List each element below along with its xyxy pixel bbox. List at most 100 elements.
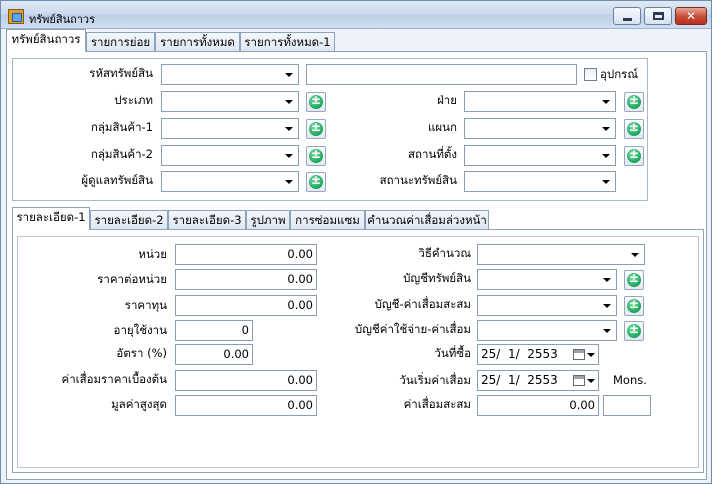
division-combo[interactable]	[464, 91, 616, 112]
unit-input[interactable]: 0.00	[175, 244, 317, 265]
chevron-down-icon	[285, 154, 293, 158]
equipment-label: อุปกรณ์	[600, 67, 639, 81]
unit-label: หน่วย	[138, 247, 167, 261]
department-label: แผนก	[428, 120, 457, 134]
add-dep-expense-account-button[interactable]	[624, 321, 644, 341]
add-accum-dep-account-button[interactable]	[624, 296, 644, 316]
add-icon	[309, 120, 323, 136]
accum-dep-input[interactable]: 0.00	[477, 395, 599, 416]
owner-label: ผู้ดูแลทรัพย์สิน	[81, 173, 153, 187]
add-icon	[627, 147, 641, 163]
dep-start-date-label: วันเริ่มค่าเสื่อม	[399, 373, 471, 387]
asset-window: ทรัพย์สินถาวร ✕ ทรัพย์สินถาวร รายการย่อย…	[0, 0, 712, 484]
add-icon	[309, 173, 323, 189]
calendar-icon	[573, 349, 585, 360]
chevron-down-icon	[602, 127, 610, 131]
group2-label: กลุ่มสินค้า-2	[90, 147, 153, 161]
maximize-icon	[653, 12, 664, 20]
group1-combo[interactable]	[161, 118, 299, 139]
accum-dep-label: ค่าเสื่อมสะสม	[403, 397, 471, 411]
unit-price-input[interactable]: 0.00	[175, 269, 317, 290]
minimize-icon	[623, 18, 632, 21]
purchase-date-value: 25/ 1/ 2553	[481, 347, 558, 361]
initial-dep-input[interactable]: 0.00	[175, 370, 317, 391]
chevron-down-icon	[285, 180, 293, 184]
add-icon	[627, 297, 641, 313]
owner-combo[interactable]	[161, 171, 299, 192]
equipment-checkbox[interactable]	[584, 68, 597, 81]
title-bar: ทรัพย์สินถาวร ✕	[1, 1, 711, 29]
accum-dep-account-label: บัญชี-ค่าเสื่อมสะสม	[374, 297, 471, 311]
dep-start-date-value: 25/ 1/ 2553	[481, 373, 558, 387]
asset-account-label: บัญชีทรัพย์สิน	[403, 271, 471, 285]
status-combo[interactable]	[464, 171, 616, 192]
minimize-button[interactable]	[613, 7, 641, 25]
purchase-date-picker[interactable]: 25/ 1/ 2553	[477, 344, 599, 365]
chevron-down-icon	[285, 73, 293, 77]
location-combo[interactable]	[464, 145, 616, 166]
tab-picture[interactable]: รูปภาพ	[246, 210, 290, 230]
calc-method-combo[interactable]	[477, 244, 645, 265]
chevron-down-icon	[603, 329, 611, 333]
add-department-button[interactable]	[624, 119, 644, 139]
mons-input[interactable]	[603, 395, 651, 416]
purchase-date-label: วันที่ซื้อ	[434, 346, 471, 360]
tab-all-items-1[interactable]: รายการทั้งหมด-1	[240, 32, 335, 52]
chevron-down-icon	[602, 154, 610, 158]
accum-dep-account-combo[interactable]	[477, 295, 617, 316]
tab-detail-3[interactable]: รายละเอียด-3	[168, 210, 246, 230]
max-value-input[interactable]: 0.00	[175, 395, 317, 416]
department-combo[interactable]	[464, 118, 616, 139]
add-icon	[309, 93, 323, 109]
life-input[interactable]: 0	[175, 320, 253, 341]
dep-expense-account-combo[interactable]	[477, 320, 617, 341]
status-label: สถานะทรัพย์สิน	[379, 173, 457, 187]
app-icon	[8, 9, 24, 24]
type-combo[interactable]	[161, 91, 299, 112]
asset-code-combo[interactable]	[161, 64, 299, 85]
tab-detail-2[interactable]: รายละเอียด-2	[90, 210, 168, 230]
close-icon: ✕	[685, 9, 697, 23]
tab-repair[interactable]: การซ่อมแซม	[290, 210, 365, 230]
chevron-down-icon	[603, 278, 611, 282]
rate-input[interactable]: 0.00	[175, 344, 253, 365]
chevron-down-icon	[602, 100, 610, 104]
tab-all-items[interactable]: รายการทั้งหมด	[155, 32, 240, 52]
dep-expense-account-label: บัญชีค่าใช้จ่าย-ค่าเสื่อม	[354, 322, 471, 336]
chevron-down-icon	[603, 304, 611, 308]
tab-detail-1[interactable]: รายละเอียด-1	[12, 207, 90, 230]
unit-price-label: ราคาต่อหน่วย	[97, 272, 167, 286]
calendar-icon	[573, 375, 585, 386]
tab-fixed-asset[interactable]: ทรัพย์สินถาวร	[6, 29, 86, 52]
add-type-button[interactable]	[306, 92, 326, 112]
asset-name-input[interactable]	[306, 64, 577, 85]
add-group1-button[interactable]	[306, 119, 326, 139]
dep-start-date-picker[interactable]: 25/ 1/ 2553	[477, 370, 599, 391]
cost-input[interactable]: 0.00	[175, 295, 317, 316]
division-label: ฝ่าย	[437, 93, 457, 107]
asset-account-combo[interactable]	[477, 269, 617, 290]
chevron-down-icon	[587, 353, 595, 357]
asset-code-label: รหัสทรัพย์สิน	[89, 66, 153, 80]
add-group2-button[interactable]	[306, 146, 326, 166]
tab-sub-items[interactable]: รายการย่อย	[86, 32, 155, 52]
add-icon	[627, 93, 641, 109]
group2-combo[interactable]	[161, 145, 299, 166]
chevron-down-icon	[631, 253, 639, 257]
cost-label: ราคาทุน	[124, 298, 167, 312]
chevron-down-icon	[285, 100, 293, 104]
add-icon	[309, 147, 323, 163]
add-division-button[interactable]	[624, 92, 644, 112]
type-label: ประเภท	[114, 93, 153, 107]
add-location-button[interactable]	[624, 146, 644, 166]
location-label: สถานที่ตั้ง	[408, 147, 457, 161]
maximize-button[interactable]	[644, 7, 672, 25]
tab-depreciation-forecast[interactable]: คำนวณค่าเสื่อมล่วงหน้า	[365, 210, 489, 230]
max-value-label: มูลค่าสูงสุด	[111, 397, 167, 411]
close-button[interactable]: ✕	[675, 7, 707, 25]
rate-label: อัตรา (%)	[116, 346, 167, 360]
add-owner-button[interactable]	[306, 172, 326, 192]
group1-label: กลุ่มสินค้า-1	[90, 120, 153, 134]
add-asset-account-button[interactable]	[624, 270, 644, 290]
window-title: ทรัพย์สินถาวร	[29, 13, 96, 26]
